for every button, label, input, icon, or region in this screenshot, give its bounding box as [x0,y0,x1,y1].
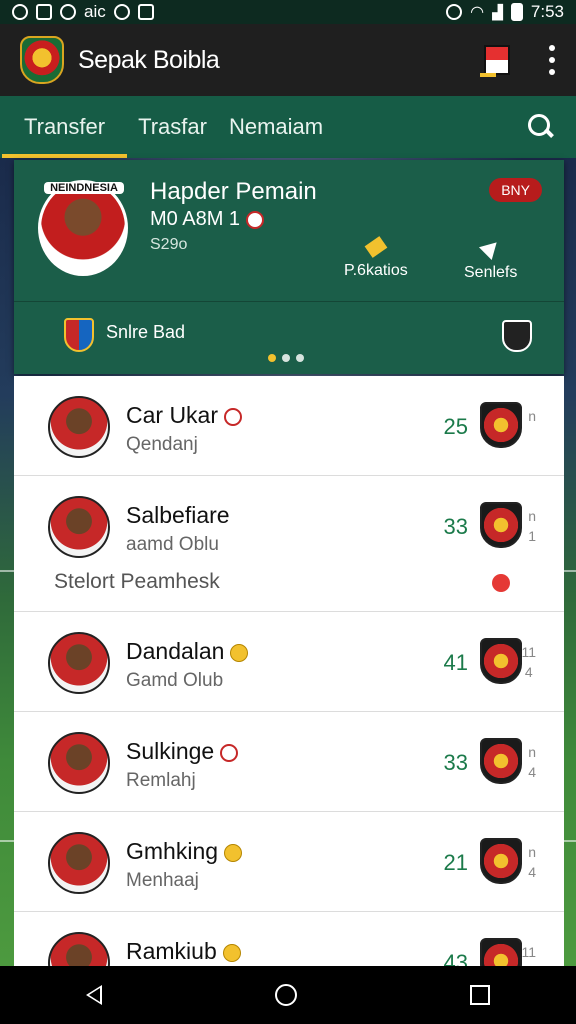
player-score: 33 [443,514,468,539]
app-logo [20,36,64,84]
player-score: 33 [443,750,468,775]
featured-avatar-label: NEINDNESIA [44,182,124,194]
status-badge: BNY [489,178,542,202]
home-icon[interactable] [274,984,297,1006]
club-badge-icon [224,407,243,426]
player-name: Salbefiare [126,502,230,528]
carousel-dot[interactable] [282,354,290,362]
club-crest-icon [480,402,522,448]
signal-icon: ▟ [492,3,503,20]
record-icon [60,4,76,20]
club-badge-icon [246,210,265,229]
club-crest-icon [480,838,522,884]
club-crest-icon[interactable] [502,320,532,352]
notification-dot-icon [492,574,510,592]
featured-club-name: Snlre Bad [106,322,186,342]
player-list: Car Ukar Qendanj 25 n Salbefiare aamd Ob… [14,376,564,966]
tab-transfer[interactable]: Transfer [2,96,128,158]
notification-icon [12,4,28,20]
avatar [48,832,110,894]
club-crest-icon [480,738,522,784]
more-options-icon[interactable] [548,45,556,75]
share-button[interactable]: Senlefs [464,235,518,282]
player-name: Gmhking [126,838,243,865]
rank-indicator: n4 [528,744,536,780]
carousel-dot[interactable] [268,354,276,362]
player-club: Menhaaj [126,870,199,891]
player-name: Car Ukar [126,402,243,429]
carousel-dot[interactable] [296,354,304,362]
featured-player-name: Hapder Pemain [150,178,317,205]
tab-bar: Transfer Trasfar Nemaiam [0,96,576,158]
statistics-button[interactable]: P.6katios [344,236,408,280]
list-item[interactable]: Gmhking Menhaaj 21 n4 [14,812,564,912]
avatar [48,632,110,694]
avatar [48,396,110,458]
avatar [48,932,110,966]
statistics-label: P.6katios [344,262,408,279]
club-badge-icon [230,643,249,662]
recent-apps-icon[interactable] [469,985,490,1005]
flag-icon[interactable] [480,45,510,77]
tag-icon [364,236,388,258]
status-left-text: aic [84,2,106,21]
list-item[interactable]: Salbefiare aamd Oblu 33 n1 Stelort Peamh… [14,476,564,612]
club-crest-icon [480,938,522,966]
share-label: Senlefs [464,264,518,281]
player-club: aamd Oblu [126,534,219,555]
share-icon [478,235,503,261]
player-club: Gamd Olub [126,670,224,691]
tab-nemaiam[interactable]: Nemaiam [218,96,334,158]
player-score: 21 [443,850,468,875]
avatar [48,496,110,558]
search-icon[interactable] [528,114,554,140]
club-badge-icon [220,743,239,762]
rank-indicator: n [528,408,536,424]
battery-icon [510,3,523,21]
club-badge-icon [222,943,241,962]
player-club: Remlahj [126,770,196,791]
player-name: Sulkinge [126,738,239,765]
rank-indicator: n1 [528,508,536,544]
wifi-icon: ◠ [470,4,485,21]
player-name: Dandalan [126,638,249,665]
status-bar: aic ◠ ▟ 7:53 [0,0,576,24]
rank-indicator: 11 4 [521,644,536,680]
system-nav-bar [0,966,576,1024]
player-score: 41 [443,650,468,675]
carousel-indicator [268,354,304,362]
featured-player-meta: S29o [150,236,188,253]
featured-avatar [38,180,128,276]
sub-label: Stelort Peamhesk [54,570,220,593]
club-crest-icon [480,502,522,548]
list-item[interactable]: Car Ukar Qendanj 25 n [14,376,564,476]
club-badge-icon [224,843,243,862]
list-item[interactable]: Dandalan Gamd Olub 41 11 4 [14,612,564,712]
player-name: Ramkiub [126,938,241,965]
alarm-icon [446,4,463,20]
sync-icon [113,4,130,20]
player-club: Qendanj [126,434,198,455]
clock: 7:53 [530,2,564,21]
club-shield-icon [64,318,94,352]
image-icon [36,4,52,20]
gallery-icon [137,4,154,20]
tab-trasfar[interactable]: Trasfar [127,96,218,158]
player-score: 25 [443,414,468,439]
list-item[interactable]: Ramkiub 43 11 [14,912,564,966]
back-icon[interactable] [86,985,103,1005]
app-bar: Sepak Boibla [0,24,576,96]
app-title: Sepak Boibla [78,45,220,74]
list-item[interactable]: Sulkinge Remlahj 33 n4 [14,712,564,812]
rank-indicator: 11 [521,944,536,960]
featured-player-card[interactable]: NEINDNESIA Hapder Pemain M0 A8M 1 S29o B… [14,160,564,374]
featured-player-subtitle: M0 A8M 1 [150,208,265,231]
club-crest-icon [480,638,522,684]
rank-indicator: n4 [528,844,536,880]
avatar [48,732,110,794]
player-score: 43 [443,950,468,966]
